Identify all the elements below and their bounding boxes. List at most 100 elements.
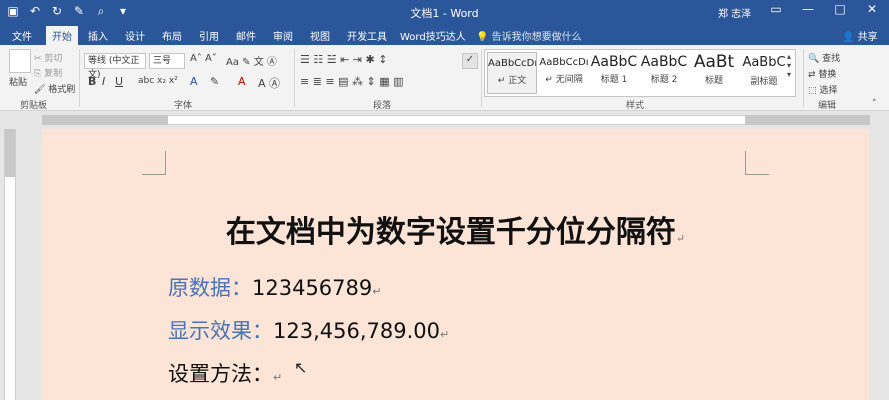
paragraph-mark: ↵	[372, 285, 382, 298]
style-normal[interactable]: AaBbCcDı ↵ 正文	[487, 52, 537, 94]
style-heading-1[interactable]: AaBbC 标题 1	[589, 52, 639, 94]
document-title: 文档1 - Word	[410, 7, 479, 20]
replace-label: 替换	[818, 70, 837, 80]
tell-me-search[interactable]: 💡 告诉我你想要做什么	[476, 28, 582, 43]
maximize-icon[interactable]: □	[833, 2, 847, 16]
paragraph-mark: ↵	[675, 232, 686, 245]
text-line-method[interactable]: 设置方法：↵	[168, 358, 282, 388]
text-effects-button[interactable]: A	[190, 75, 198, 88]
font-size-select[interactable]: 三号	[149, 53, 185, 69]
collapse-ribbon-icon[interactable]: ˄	[872, 99, 877, 109]
tab-word-tips[interactable]: Word技巧达人	[400, 28, 466, 43]
line-label: 原数据：	[168, 276, 252, 300]
style-no-spacing[interactable]: AaBbCcDı ↵ 无间隔	[539, 52, 589, 94]
style-sample: AaBbC	[640, 54, 688, 70]
window-controls: ▭ — □ ✕	[769, 2, 879, 16]
style-name: 副标题	[750, 77, 778, 87]
cut-label: 剪切	[44, 54, 63, 64]
paragraph-mark: ↵	[440, 328, 450, 341]
mouse-cursor-icon: ↖	[294, 358, 308, 377]
style-sample: AaBbCcDı	[488, 58, 536, 69]
style-name: 标题	[704, 76, 723, 86]
alignment-buttons[interactable]: ≡ ≣ ≡ ▤ ⁂ ⇕ ▦ ▥	[300, 75, 404, 88]
user-name[interactable]: 郑 志泽	[718, 5, 751, 20]
share-label: 共享	[857, 32, 878, 43]
style-title[interactable]: AaBt 标题	[689, 52, 739, 94]
painter-label: 格式刷	[48, 85, 76, 95]
style-name: ↵ 无间隔	[545, 75, 583, 85]
ribbon: 粘贴 ✂ 剪切 ⎘ 复制 🖌 格式刷 剪贴板 等线 (中文正文) 三号 A˄ A…	[0, 45, 889, 111]
tab-insert[interactable]: 插入	[88, 28, 108, 43]
styles-gallery: AaBbCcDı ↵ 正文 AaBbCcDı ↵ 无间隔 AaBbC 标题 1 …	[484, 49, 796, 97]
style-heading-2[interactable]: AaBbC 标题 2	[639, 52, 689, 94]
line-label: 显示效果：	[168, 319, 273, 343]
group-separator	[481, 49, 482, 107]
find-label: 查找	[822, 54, 841, 64]
vertical-ruler[interactable]	[4, 129, 16, 400]
tab-review[interactable]: 审阅	[273, 28, 293, 43]
copy-label: 复制	[44, 69, 63, 79]
font-extra-icons[interactable]: Aa ✎ 文 Ⓐ	[226, 53, 277, 68]
style-name: 标题 1	[600, 75, 628, 85]
styles-scroll-icon[interactable]: ▴ ▾ ▾	[787, 52, 791, 79]
crop-mark	[745, 151, 769, 175]
style-name: ↵ 正文	[497, 76, 527, 86]
font-color-button[interactable]: A	[238, 75, 246, 88]
copy-button[interactable]: ⎘ 复制	[34, 66, 62, 79]
cut-button[interactable]: ✂ 剪切	[34, 51, 62, 64]
style-subtitle[interactable]: AaBbC 副标题	[739, 52, 789, 94]
paragraph-mark: ↵	[273, 371, 283, 384]
tab-developer[interactable]: 开发工具	[347, 28, 387, 43]
tab-mailings[interactable]: 邮件	[236, 28, 256, 43]
vertical-scrollbar[interactable]	[870, 129, 889, 400]
ribbon-tabs: 文件 开始 插入 设计 布局 引用 邮件 审阅 视图 开发工具 Word技巧达人…	[0, 24, 889, 47]
document-page[interactable]: 在文档中为数字设置千分位分隔符↵ 原数据：123456789↵ 显示效果：123…	[42, 129, 869, 400]
close-icon[interactable]: ✕	[865, 2, 879, 16]
underline-button[interactable]: U	[115, 75, 123, 88]
tab-view[interactable]: 视图	[310, 28, 330, 43]
highlight-button[interactable]: ✎	[210, 75, 219, 88]
horizontal-ruler[interactable]	[0, 111, 889, 129]
ruler-left-margin	[42, 115, 168, 125]
document-heading[interactable]: 在文档中为数字设置千分位分隔符↵	[42, 207, 869, 251]
replace-button[interactable]: ⇄ 替换	[808, 67, 836, 80]
font-group-label: 字体	[174, 101, 193, 111]
text-line-display[interactable]: 显示效果：123,456,789.00↵	[168, 315, 449, 345]
title-bar: ▣ ↶ ↻ ✎ ⌕ ▾ 文档1 - Word 郑 志泽 ▭ — □ ✕	[0, 0, 889, 24]
bold-button[interactable]: B	[88, 75, 96, 88]
crop-mark	[142, 151, 166, 175]
char-shading-button[interactable]: A Ⓐ	[258, 75, 280, 91]
paste-icon[interactable]	[9, 49, 31, 73]
strikethrough-button[interactable]: abc x₂ x²	[138, 76, 178, 86]
tab-home[interactable]: 开始	[46, 26, 78, 47]
style-sample: AaBbC	[590, 54, 638, 70]
line-value: 123456789	[252, 276, 373, 300]
styles-group-label: 样式	[626, 101, 645, 111]
select-button[interactable]: ⬚ 选择	[808, 83, 837, 96]
tell-me-label: 告诉我你想要做什么	[491, 32, 582, 43]
style-sample: AaBbCcDı	[539, 57, 589, 68]
tab-design[interactable]: 设计	[125, 28, 145, 43]
tab-layout[interactable]: 布局	[162, 28, 182, 43]
font-grow-shrink-icons[interactable]: A˄ A˅	[190, 53, 217, 64]
style-sample: AaBt	[693, 52, 735, 72]
italic-button[interactable]: I	[102, 75, 105, 88]
tab-file[interactable]: 文件	[12, 28, 32, 43]
list-buttons[interactable]: ☰ ☷ ☱ ⇤ ⇥ ✱ ↕	[300, 53, 387, 66]
ruler-right-margin	[745, 115, 870, 125]
show-marks-button[interactable]: ✓	[462, 53, 478, 69]
line-value: 123,456,789.00	[273, 319, 440, 343]
share-button[interactable]: 👤 共享	[842, 28, 878, 43]
group-separator	[803, 49, 804, 107]
format-painter-button[interactable]: 🖌 格式刷	[34, 82, 75, 95]
font-family-select[interactable]: 等线 (中文正文)	[84, 53, 146, 80]
paste-button[interactable]: 粘贴	[9, 75, 27, 88]
find-button[interactable]: 🔍 查找	[808, 51, 840, 64]
ribbon-display-icon[interactable]: ▭	[769, 2, 783, 16]
group-separator	[294, 49, 295, 107]
vertical-ruler-margin	[5, 129, 15, 177]
text-line-original[interactable]: 原数据：123456789↵	[168, 272, 381, 302]
paragraph-group-label: 段落	[373, 101, 392, 111]
tab-references[interactable]: 引用	[199, 28, 219, 43]
minimize-icon[interactable]: —	[801, 2, 815, 16]
